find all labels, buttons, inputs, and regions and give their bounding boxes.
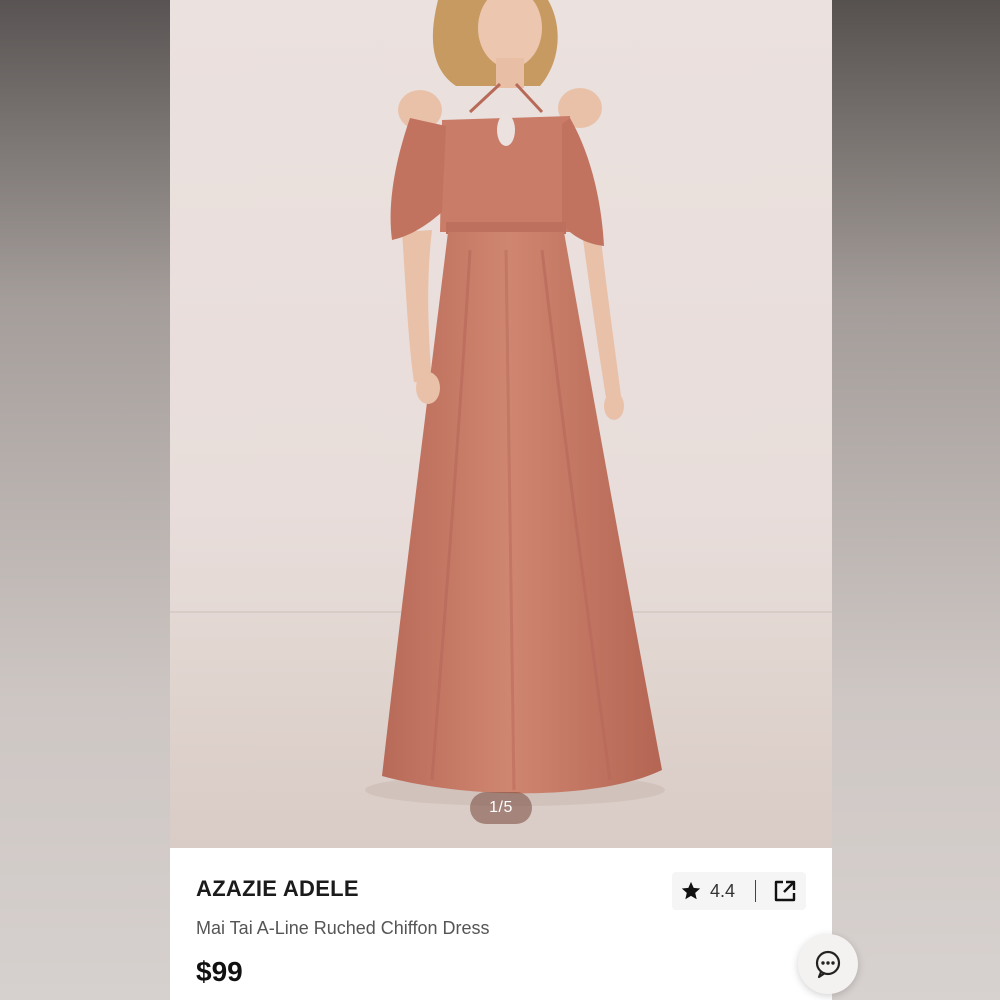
rating-badge[interactable]: 4.4 (672, 872, 735, 910)
brand-name[interactable]: AZAZIE ADELE (196, 876, 359, 902)
product-title: Mai Tai A-Line Ruched Chiffon Dress (196, 918, 490, 938)
action-divider (755, 880, 757, 902)
blurred-backdrop-right (832, 0, 1000, 1000)
action-bar: 4.4 (672, 872, 806, 910)
share-button[interactable] (770, 876, 800, 906)
chat-button[interactable] (798, 934, 858, 994)
rating-value: 4.4 (710, 880, 736, 901)
chat-bubble-icon (815, 950, 841, 979)
product-price: $99 (196, 956, 243, 987)
dress-photo-illustration (170, 0, 832, 848)
product-info-panel: AZAZIE ADELE Mai Tai A-Line Ruched Chiff… (170, 848, 832, 1000)
screen-frame: 1/5 AZAZIE ADELE Mai Tai A-Line Ruched C… (0, 0, 1000, 1000)
share-external-icon (774, 880, 796, 902)
product-image[interactable]: 1/5 (170, 0, 832, 848)
star-icon (681, 881, 701, 900)
product-card: 1/5 AZAZIE ADELE Mai Tai A-Line Ruched C… (170, 0, 832, 1000)
image-counter-badge: 1/5 (470, 792, 532, 824)
blurred-backdrop-left (0, 0, 170, 1000)
